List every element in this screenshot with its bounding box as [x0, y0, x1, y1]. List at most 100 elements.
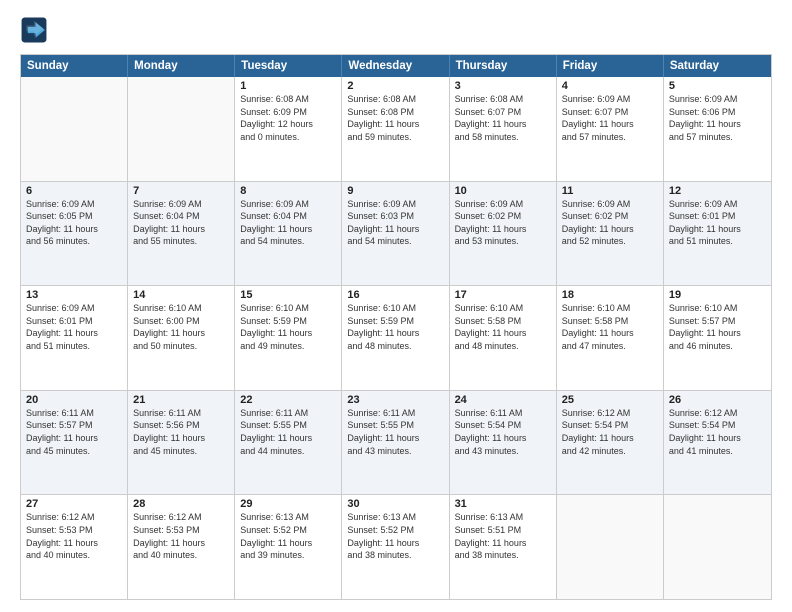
day-number: 15	[240, 289, 336, 301]
day-info: Sunrise: 6:09 AM Sunset: 6:04 PM Dayligh…	[240, 199, 312, 247]
day-cell-10: 10 Sunrise: 6:09 AM Sunset: 6:02 PM Dayli…	[450, 182, 557, 286]
day-cell-15: 15Sunrise: 6:10 AM Sunset: 5:59 PM Dayli…	[235, 286, 342, 390]
day-number: 10	[455, 185, 551, 197]
day-info: Sunrise: 6:09 AM Sunset: 6:02 PM Dayligh…	[562, 199, 634, 247]
calendar-row-2: 6 Sunrise: 6:09 AM Sunset: 6:05 PM Daylig…	[21, 181, 771, 286]
day-cell-14: 14 Sunrise: 6:10 AM Sunset: 6:00 PM Dayli…	[128, 286, 235, 390]
day-number: 23	[347, 394, 443, 406]
day-cell-13: 13 Sunrise: 6:09 AM Sunset: 6:01 PM Dayli…	[21, 286, 128, 390]
day-info: Sunrise: 6:09 AM Sunset: 6:01 PM Dayligh…	[26, 303, 98, 351]
day-cell-5: 5 Sunrise: 6:09 AM Sunset: 6:06 PM Daylig…	[664, 77, 771, 181]
day-number: 24	[455, 394, 551, 406]
day-cell-1: 1 Sunrise: 6:08 AM Sunset: 6:09 PM Daylig…	[235, 77, 342, 181]
day-number: 27	[26, 498, 122, 510]
day-cell-9: 9 Sunrise: 6:09 AM Sunset: 6:03 PM Daylig…	[342, 182, 449, 286]
day-cell-22: 22 Sunrise: 6:11 AM Sunset: 5:55 PM Dayli…	[235, 391, 342, 495]
day-cell-26: 26 Sunrise: 6:12 AM Sunset: 5:54 PM Dayli…	[664, 391, 771, 495]
day-number: 9	[347, 185, 443, 197]
day-number: 31	[455, 498, 551, 510]
header-day-thursday: Thursday	[450, 55, 557, 77]
day-info: Sunrise: 6:09 AM Sunset: 6:02 PM Dayligh…	[455, 199, 527, 247]
day-info: Sunrise: 6:09 AM Sunset: 6:03 PM Dayligh…	[347, 199, 419, 247]
day-info: Sunrise: 6:10 AM Sunset: 6:00 PM Dayligh…	[133, 303, 205, 351]
day-cell-25: 25Sunrise: 6:12 AM Sunset: 5:54 PM Dayli…	[557, 391, 664, 495]
empty-cell	[664, 495, 771, 599]
day-info: Sunrise: 6:11 AM Sunset: 5:54 PM Dayligh…	[455, 408, 527, 456]
day-number: 11	[562, 185, 658, 197]
logo	[20, 16, 52, 44]
calendar-row-3: 13 Sunrise: 6:09 AM Sunset: 6:01 PM Dayli…	[21, 285, 771, 390]
header-day-sunday: Sunday	[21, 55, 128, 77]
day-cell-21: 21Sunrise: 6:11 AM Sunset: 5:56 PM Dayli…	[128, 391, 235, 495]
day-info: Sunrise: 6:11 AM Sunset: 5:55 PM Dayligh…	[240, 408, 312, 456]
day-number: 13	[26, 289, 122, 301]
day-number: 21	[133, 394, 229, 406]
day-info: Sunrise: 6:10 AM Sunset: 5:58 PM Dayligh…	[562, 303, 634, 351]
day-number: 29	[240, 498, 336, 510]
day-cell-7: 7Sunrise: 6:09 AM Sunset: 6:04 PM Daylig…	[128, 182, 235, 286]
day-info: Sunrise: 6:11 AM Sunset: 5:57 PM Dayligh…	[26, 408, 98, 456]
day-number: 4	[562, 80, 658, 92]
day-cell-23: 23 Sunrise: 6:11 AM Sunset: 5:55 PM Dayli…	[342, 391, 449, 495]
day-cell-8: 8 Sunrise: 6:09 AM Sunset: 6:04 PM Daylig…	[235, 182, 342, 286]
header-day-monday: Monday	[128, 55, 235, 77]
day-info: Sunrise: 6:08 AM Sunset: 6:08 PM Dayligh…	[347, 94, 419, 142]
day-number: 18	[562, 289, 658, 301]
day-number: 6	[26, 185, 122, 197]
day-cell-11: 11 Sunrise: 6:09 AM Sunset: 6:02 PM Dayli…	[557, 182, 664, 286]
day-cell-17: 17 Sunrise: 6:10 AM Sunset: 5:58 PM Dayli…	[450, 286, 557, 390]
day-info: Sunrise: 6:10 AM Sunset: 5:58 PM Dayligh…	[455, 303, 527, 351]
day-info: Sunrise: 6:09 AM Sunset: 6:06 PM Dayligh…	[669, 94, 741, 142]
day-cell-30: 30 Sunrise: 6:13 AM Sunset: 5:52 PM Dayli…	[342, 495, 449, 599]
page: SundayMondayTuesdayWednesdayThursdayFrid…	[0, 0, 792, 612]
day-info: Sunrise: 6:13 AM Sunset: 5:51 PM Dayligh…	[455, 512, 527, 560]
day-cell-29: 29 Sunrise: 6:13 AM Sunset: 5:52 PM Dayli…	[235, 495, 342, 599]
day-info: Sunrise: 6:09 AM Sunset: 6:07 PM Dayligh…	[562, 94, 634, 142]
empty-cell	[21, 77, 128, 181]
header-day-friday: Friday	[557, 55, 664, 77]
calendar-row-1: 1 Sunrise: 6:08 AM Sunset: 6:09 PM Daylig…	[21, 77, 771, 181]
empty-cell	[128, 77, 235, 181]
day-number: 20	[26, 394, 122, 406]
day-number: 17	[455, 289, 551, 301]
day-info: Sunrise: 6:12 AM Sunset: 5:54 PM Dayligh…	[669, 408, 741, 456]
day-number: 14	[133, 289, 229, 301]
day-cell-20: 20 Sunrise: 6:11 AM Sunset: 5:57 PM Dayli…	[21, 391, 128, 495]
day-number: 7	[133, 185, 229, 197]
day-cell-6: 6 Sunrise: 6:09 AM Sunset: 6:05 PM Daylig…	[21, 182, 128, 286]
day-info: Sunrise: 6:13 AM Sunset: 5:52 PM Dayligh…	[347, 512, 419, 560]
day-number: 2	[347, 80, 443, 92]
day-info: Sunrise: 6:10 AM Sunset: 5:59 PM Dayligh…	[347, 303, 419, 351]
day-info: Sunrise: 6:09 AM Sunset: 6:05 PM Dayligh…	[26, 199, 98, 247]
day-info: Sunrise: 6:08 AM Sunset: 6:09 PM Dayligh…	[240, 94, 313, 142]
day-cell-18: 18 Sunrise: 6:10 AM Sunset: 5:58 PM Dayli…	[557, 286, 664, 390]
day-info: Sunrise: 6:08 AM Sunset: 6:07 PM Dayligh…	[455, 94, 527, 142]
day-cell-19: 19Sunrise: 6:10 AM Sunset: 5:57 PM Dayli…	[664, 286, 771, 390]
calendar-row-5: 27 Sunrise: 6:12 AM Sunset: 5:53 PM Dayli…	[21, 494, 771, 599]
header-day-tuesday: Tuesday	[235, 55, 342, 77]
day-number: 19	[669, 289, 766, 301]
day-cell-2: 2 Sunrise: 6:08 AM Sunset: 6:08 PM Daylig…	[342, 77, 449, 181]
header-day-wednesday: Wednesday	[342, 55, 449, 77]
empty-cell	[557, 495, 664, 599]
calendar-body: 1 Sunrise: 6:08 AM Sunset: 6:09 PM Daylig…	[21, 77, 771, 599]
day-info: Sunrise: 6:12 AM Sunset: 5:53 PM Dayligh…	[133, 512, 205, 560]
day-number: 22	[240, 394, 336, 406]
day-info: Sunrise: 6:11 AM Sunset: 5:55 PM Dayligh…	[347, 408, 419, 456]
day-number: 25	[562, 394, 658, 406]
day-number: 8	[240, 185, 336, 197]
logo-icon	[20, 16, 48, 44]
day-cell-28: 28Sunrise: 6:12 AM Sunset: 5:53 PM Dayli…	[128, 495, 235, 599]
header	[20, 16, 772, 44]
day-info: Sunrise: 6:09 AM Sunset: 6:01 PM Dayligh…	[669, 199, 741, 247]
day-number: 26	[669, 394, 766, 406]
day-cell-24: 24 Sunrise: 6:11 AM Sunset: 5:54 PM Dayli…	[450, 391, 557, 495]
day-cell-16: 16 Sunrise: 6:10 AM Sunset: 5:59 PM Dayli…	[342, 286, 449, 390]
day-number: 5	[669, 80, 766, 92]
day-number: 30	[347, 498, 443, 510]
day-info: Sunrise: 6:13 AM Sunset: 5:52 PM Dayligh…	[240, 512, 312, 560]
day-number: 16	[347, 289, 443, 301]
calendar: SundayMondayTuesdayWednesdayThursdayFrid…	[20, 54, 772, 600]
calendar-header: SundayMondayTuesdayWednesdayThursdayFrid…	[21, 55, 771, 77]
day-number: 1	[240, 80, 336, 92]
